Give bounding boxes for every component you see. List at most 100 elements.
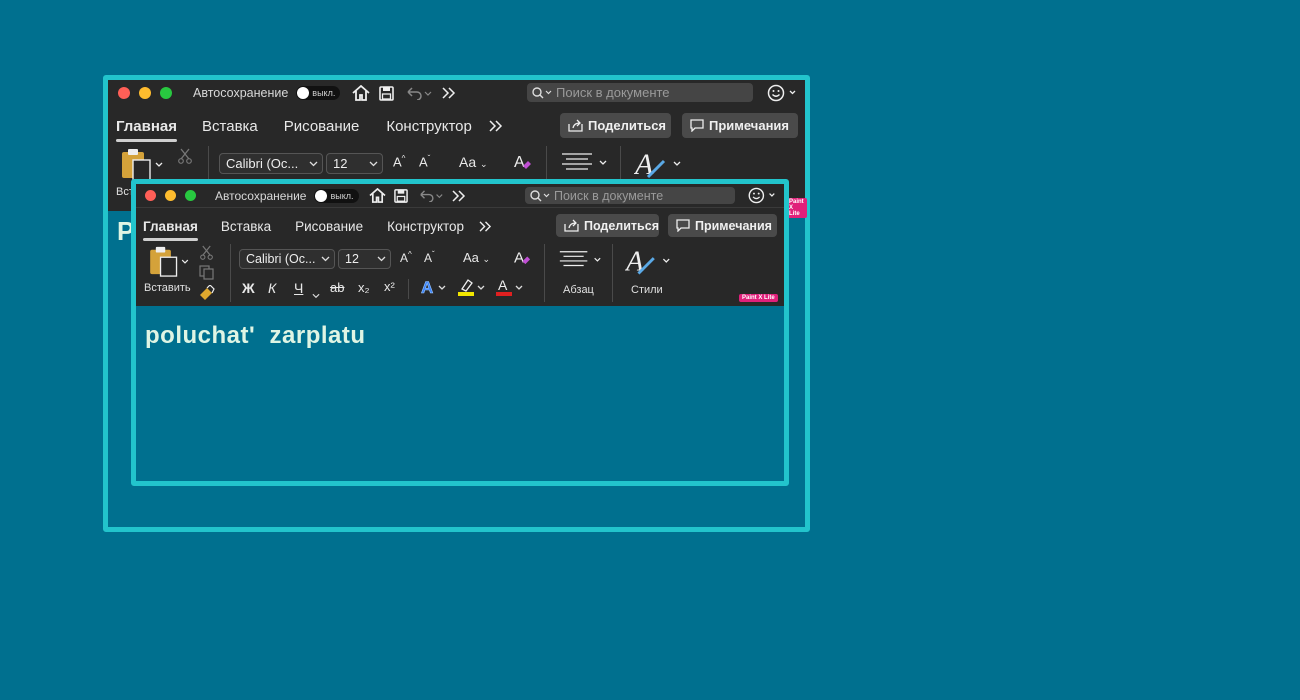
toggle-knob-icon bbox=[315, 189, 328, 202]
paragraph-label: Абзац bbox=[563, 284, 594, 296]
tab-home[interactable]: Главная bbox=[143, 219, 198, 241]
clear-formatting-icon[interactable]: A bbox=[513, 152, 533, 177]
increase-font-size-icon[interactable]: A^ bbox=[393, 154, 405, 169]
tab-design[interactable]: Конструктор bbox=[386, 118, 472, 135]
document-text[interactable]: poluchat' zarplatu bbox=[145, 322, 366, 350]
styles-icon[interactable]: A bbox=[624, 244, 673, 283]
comment-icon bbox=[690, 119, 704, 132]
chevron-down-icon[interactable] bbox=[312, 286, 320, 304]
tab-insert[interactable]: Вставка bbox=[202, 118, 258, 135]
increase-font-size-icon[interactable]: A^ bbox=[400, 250, 412, 265]
home-icon[interactable] bbox=[352, 85, 370, 101]
superscript-button[interactable]: x² bbox=[384, 279, 395, 294]
svg-text:A: A bbox=[498, 277, 508, 293]
highlight-color-icon[interactable] bbox=[457, 277, 487, 302]
search-icon bbox=[530, 189, 550, 201]
home-icon[interactable] bbox=[368, 188, 386, 203]
strikethrough-button[interactable]: ab bbox=[330, 280, 344, 295]
inner-ribbon: Вставить Calibri (Ос... 12 A^ Aˇ Aa ⌄ A … bbox=[136, 242, 784, 306]
undo-icon[interactable] bbox=[418, 189, 444, 202]
autosave-toggle[interactable]: выкл. bbox=[296, 86, 341, 100]
font-size-select[interactable]: 12 bbox=[338, 249, 391, 269]
font-name-select[interactable]: Calibri (Ос... bbox=[219, 153, 323, 174]
autosave-toggle-label: выкл. bbox=[312, 88, 336, 98]
comment-icon bbox=[676, 219, 690, 232]
paragraph-align-icon[interactable] bbox=[558, 249, 602, 276]
more-tabs-icon[interactable] bbox=[489, 120, 503, 132]
paint-x-lite-badge: Paint X Lite bbox=[739, 294, 778, 302]
underline-button[interactable]: Ч bbox=[294, 280, 303, 296]
more-commands-icon[interactable] bbox=[452, 189, 466, 202]
copy-icon[interactable] bbox=[199, 265, 214, 285]
autosave-toggle-label: выкл. bbox=[330, 190, 354, 201]
inner-window-frame: Автосохранение выкл. Поиск в документе Г… bbox=[131, 179, 789, 486]
autosave-label: Автосохранение bbox=[193, 86, 289, 100]
share-button[interactable]: Поделиться bbox=[560, 113, 671, 138]
tab-home[interactable]: Главная bbox=[116, 118, 178, 142]
more-commands-icon[interactable] bbox=[442, 87, 456, 99]
share-button[interactable]: Поделиться bbox=[556, 214, 659, 237]
close-window-button[interactable] bbox=[118, 87, 130, 99]
tab-insert[interactable]: Вставка bbox=[221, 219, 271, 234]
share-icon bbox=[564, 219, 579, 232]
font-color-icon[interactable]: A bbox=[495, 277, 525, 302]
font-name-value: Calibri (Ос... bbox=[226, 156, 299, 171]
comments-label: Примечания bbox=[709, 118, 790, 133]
comments-label: Примечания bbox=[695, 218, 772, 233]
save-icon[interactable] bbox=[393, 188, 408, 203]
undo-icon[interactable] bbox=[406, 86, 432, 100]
font-name-select[interactable]: Calibri (Ос... bbox=[239, 249, 335, 269]
inner-toolbar: Автосохранение выкл. Поиск в документе Г… bbox=[136, 184, 784, 306]
share-label: Поделиться bbox=[588, 118, 667, 133]
font-name-value: Calibri (Ос... bbox=[246, 252, 316, 266]
tab-draw[interactable]: Рисование bbox=[284, 118, 360, 135]
bold-button[interactable]: Ж bbox=[242, 280, 255, 296]
minimize-window-button[interactable] bbox=[165, 190, 176, 201]
search-icon bbox=[532, 86, 552, 98]
ribbon-separator bbox=[408, 279, 409, 299]
font-size-select[interactable]: 12 bbox=[326, 153, 383, 174]
svg-text:A: A bbox=[514, 154, 525, 171]
format-painter-icon[interactable] bbox=[198, 284, 215, 305]
chevron-down-icon bbox=[377, 256, 386, 262]
search-field[interactable]: Поиск в документе bbox=[527, 83, 753, 102]
decrease-font-size-icon[interactable]: Aˇ bbox=[424, 250, 435, 265]
subscript-button[interactable]: x₂ bbox=[358, 280, 370, 295]
more-tabs-icon[interactable] bbox=[479, 220, 492, 232]
change-case-icon[interactable]: Aa ⌄ bbox=[463, 250, 490, 265]
text-effects-icon[interactable]: A bbox=[420, 277, 448, 302]
italic-button[interactable]: К bbox=[268, 280, 276, 296]
search-placeholder: Поиск в документе bbox=[556, 85, 670, 100]
autosave-toggle[interactable]: выкл. bbox=[314, 188, 359, 203]
cut-icon[interactable] bbox=[200, 245, 213, 265]
clear-formatting-icon[interactable]: A bbox=[513, 248, 532, 272]
chevron-down-icon bbox=[369, 161, 378, 166]
font-size-value: 12 bbox=[345, 252, 359, 266]
minimize-window-button[interactable] bbox=[139, 87, 151, 99]
feedback-smiley-icon[interactable] bbox=[747, 187, 777, 204]
comments-button[interactable]: Примечания bbox=[668, 214, 777, 237]
maximize-window-button[interactable] bbox=[160, 87, 172, 99]
feedback-smiley-icon[interactable] bbox=[767, 84, 797, 102]
tab-draw[interactable]: Рисование bbox=[295, 219, 363, 234]
paste-icon[interactable] bbox=[147, 245, 191, 282]
maximize-window-button[interactable] bbox=[185, 190, 196, 201]
paragraph-align-icon[interactable] bbox=[560, 152, 608, 179]
autosave-label: Автосохранение bbox=[215, 188, 307, 203]
share-icon bbox=[568, 119, 583, 132]
cut-icon[interactable] bbox=[178, 148, 192, 169]
ribbon-separator bbox=[612, 244, 613, 302]
comments-button[interactable]: Примечания bbox=[682, 113, 798, 138]
ribbon-separator bbox=[544, 244, 545, 302]
close-window-button[interactable] bbox=[145, 190, 156, 201]
svg-text:A: A bbox=[514, 249, 525, 266]
inner-title-bar: Автосохранение выкл. Поиск в документе bbox=[136, 184, 784, 208]
decrease-font-size-icon[interactable]: Aˇ bbox=[419, 154, 430, 169]
save-icon[interactable] bbox=[379, 85, 395, 101]
font-size-value: 12 bbox=[333, 156, 348, 171]
tab-design[interactable]: Конструктор bbox=[387, 219, 464, 234]
share-label: Поделиться bbox=[583, 218, 659, 233]
search-field[interactable]: Поиск в документе bbox=[525, 187, 735, 204]
change-case-icon[interactable]: Aa ⌄ bbox=[459, 154, 488, 170]
search-placeholder: Поиск в документе bbox=[554, 188, 664, 203]
